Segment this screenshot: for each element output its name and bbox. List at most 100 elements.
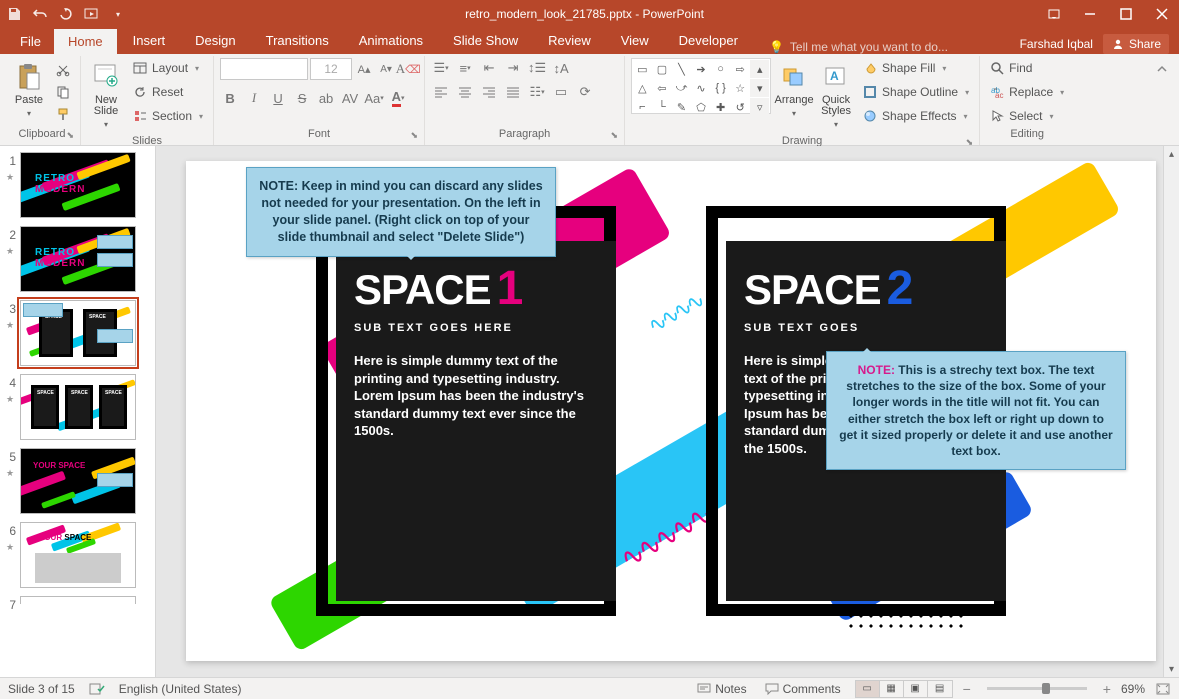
text-direction-button[interactable]: ↕A (551, 58, 571, 78)
user-name[interactable]: Farshad Iqbal (1020, 37, 1093, 51)
save-icon[interactable] (6, 6, 22, 22)
align-right-button[interactable] (479, 82, 499, 102)
callout-right[interactable]: NOTE: This is a strechy text box. The te… (826, 351, 1126, 470)
arrange-button[interactable]: Arrange ▾ (775, 58, 813, 122)
collapse-ribbon-icon[interactable] (1155, 56, 1175, 145)
format-painter-button[interactable] (52, 105, 74, 123)
callout-top[interactable]: NOTE: Keep in mind you can discard any s… (246, 167, 556, 257)
tab-transitions[interactable]: Transitions (251, 27, 344, 54)
bold-button[interactable]: B (220, 88, 240, 108)
shape-effects-button[interactable]: Shape Effects▾ (859, 106, 973, 126)
smartart-button[interactable]: ⟳ (575, 82, 595, 102)
thumbnail-7[interactable]: 7 (4, 596, 151, 612)
dialog-launcher-icon[interactable]: ⬊ (611, 130, 619, 141)
strikethrough-button[interactable]: S (292, 88, 312, 108)
tab-design[interactable]: Design (180, 27, 250, 54)
language-status[interactable]: English (United States) (119, 682, 242, 696)
share-button[interactable]: Share (1103, 34, 1169, 54)
select-button[interactable]: Select▾ (986, 106, 1068, 126)
tab-review[interactable]: Review (533, 27, 606, 54)
slideshow-view-button[interactable]: ▤ (928, 681, 952, 697)
tab-home[interactable]: Home (53, 28, 118, 54)
dialog-launcher-icon[interactable]: ⬊ (66, 130, 74, 141)
zoom-percent[interactable]: 69% (1121, 682, 1145, 696)
zoom-slider[interactable] (987, 687, 1087, 690)
font-family-combo[interactable] (220, 58, 308, 80)
align-text-button[interactable]: ▭ (551, 82, 571, 102)
thumbnail-1[interactable]: 1★ RETROMODERN (4, 152, 151, 218)
cut-button[interactable] (52, 61, 74, 79)
fit-to-window-button[interactable] (1155, 682, 1171, 696)
quick-styles-button[interactable]: A Quick Styles ▾ (817, 58, 855, 133)
close-icon[interactable] (1151, 3, 1173, 25)
shadow-button[interactable]: ab (316, 88, 336, 108)
dialog-launcher-icon[interactable]: ⬊ (411, 130, 419, 141)
slide-counter[interactable]: Slide 3 of 15 (8, 682, 75, 696)
spell-check-icon[interactable] (89, 682, 105, 696)
redo-icon[interactable] (58, 6, 74, 22)
layout-button[interactable]: Layout▾ (129, 58, 207, 78)
tab-animations[interactable]: Animations (344, 27, 438, 54)
gallery-down-icon[interactable]: ▾ (750, 79, 769, 97)
notes-button[interactable]: Notes (693, 682, 750, 696)
normal-view-button[interactable]: ▭ (856, 681, 880, 697)
reset-button[interactable]: Reset (129, 82, 207, 102)
gallery-up-icon[interactable]: ▴ (750, 60, 769, 78)
font-size-combo[interactable]: 12 (310, 58, 352, 80)
tell-me-search[interactable]: 💡 Tell me what you want to do... (759, 40, 958, 54)
bullets-button[interactable]: ☰▾ (431, 58, 451, 78)
increase-indent-button[interactable]: ⇥ (503, 58, 523, 78)
scroll-up-icon[interactable]: ▴ (1164, 146, 1179, 162)
thumbnail-4[interactable]: 4★ SPACE SPACE SPACE (4, 374, 151, 440)
thumbnail-3[interactable]: 3★ SPACE SPACE (4, 300, 151, 366)
tab-view[interactable]: View (606, 27, 664, 54)
vertical-scrollbar[interactable]: ▴ ▾ (1163, 146, 1179, 677)
char-spacing-button[interactable]: AV (340, 88, 360, 108)
replace-button[interactable]: abacReplace▾ (986, 82, 1068, 102)
text-panel-1[interactable]: SPACE1 SUB TEXT GOES HERE Here is simple… (336, 241, 616, 601)
increase-font-icon[interactable]: A▴ (354, 59, 374, 79)
italic-button[interactable]: I (244, 88, 264, 108)
scroll-down-icon[interactable]: ▾ (1164, 661, 1179, 677)
gallery-more-icon[interactable]: ▿ (750, 98, 769, 116)
thumbnail-2[interactable]: 2★ RETROMODERN (4, 226, 151, 292)
find-button[interactable]: Find (986, 58, 1068, 78)
zoom-in-button[interactable]: + (1103, 681, 1111, 697)
file-tab[interactable]: File (8, 29, 53, 54)
start-from-beginning-icon[interactable] (84, 6, 100, 22)
tab-insert[interactable]: Insert (118, 27, 181, 54)
clear-formatting-icon[interactable]: A⌫ (398, 59, 418, 79)
ribbon-options-icon[interactable] (1043, 3, 1065, 25)
decrease-font-icon[interactable]: A▾ (376, 59, 396, 79)
columns-button[interactable]: ☷▾ (527, 82, 547, 102)
zoom-out-button[interactable]: − (963, 681, 971, 697)
tab-developer[interactable]: Developer (664, 27, 753, 54)
thumbnail-6[interactable]: 6★ YOUR SPACE (4, 522, 151, 588)
align-left-button[interactable] (431, 82, 451, 102)
copy-button[interactable] (52, 83, 74, 101)
sorter-view-button[interactable]: ▦ (880, 681, 904, 697)
paste-button[interactable]: Paste ▾ (10, 58, 48, 122)
shape-outline-button[interactable]: Shape Outline▾ (859, 82, 973, 102)
align-center-button[interactable] (455, 82, 475, 102)
decrease-indent-button[interactable]: ⇤ (479, 58, 499, 78)
shape-fill-button[interactable]: Shape Fill▾ (859, 58, 973, 78)
minimize-icon[interactable] (1079, 3, 1101, 25)
qat-dropdown-icon[interactable]: ▾ (110, 6, 126, 22)
shapes-gallery[interactable]: ▭ ▢ ╲ ➔ ○ ⇨ ▴ △ ⇦ ⤻ ∿ { } ☆ ▾ ⌐ └ ✎ ⬠ ✚ … (631, 58, 771, 114)
maximize-icon[interactable] (1115, 3, 1137, 25)
change-case-button[interactable]: Aa▾ (364, 88, 384, 108)
reading-view-button[interactable]: ▣ (904, 681, 928, 697)
new-slide-button[interactable]: New Slide ▾ (87, 58, 125, 133)
slide-canvas[interactable]: ∿∿∿∿∿∿∿∿∿ SPACE1 SUB TEXT GOES HERE Here… (186, 161, 1156, 661)
line-spacing-button[interactable]: ↕☰ (527, 58, 547, 78)
tab-slideshow[interactable]: Slide Show (438, 27, 533, 54)
underline-button[interactable]: U (268, 88, 288, 108)
justify-button[interactable] (503, 82, 523, 102)
slide-thumbnail-panel[interactable]: 1★ RETROMODERN 2★ RETROMODERN 3★ (0, 146, 156, 677)
slide-canvas-area[interactable]: ∿∿∿∿∿∿∿∿∿ SPACE1 SUB TEXT GOES HERE Here… (156, 146, 1179, 677)
font-color-button[interactable]: A▾ (388, 88, 408, 108)
undo-icon[interactable] (32, 6, 48, 22)
numbering-button[interactable]: ≡▾ (455, 58, 475, 78)
comments-button[interactable]: Comments (761, 682, 845, 696)
